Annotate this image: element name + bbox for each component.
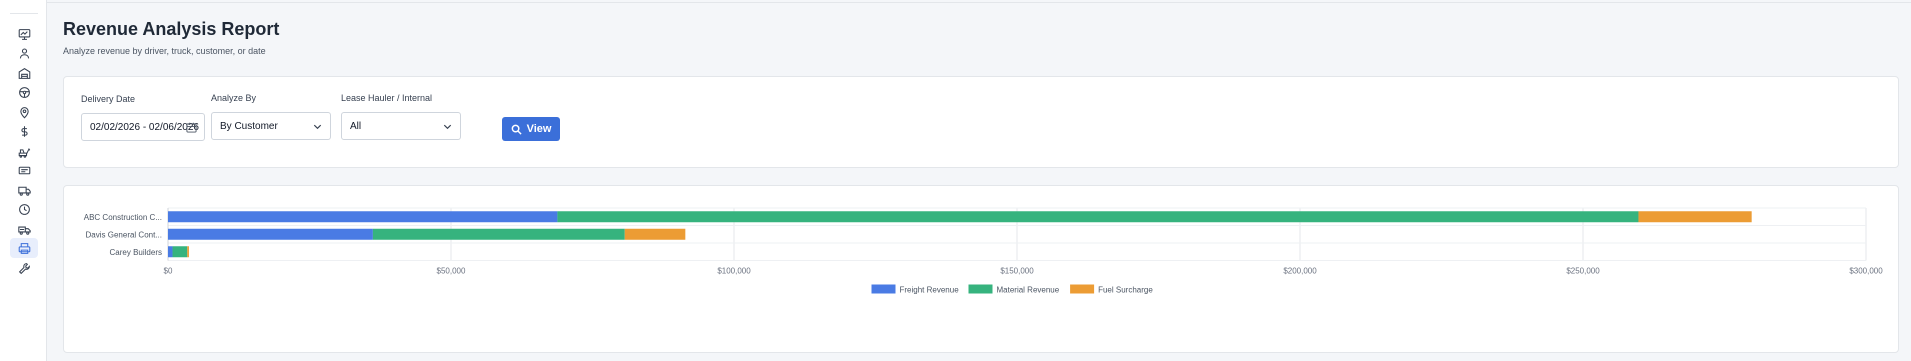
legend-swatch: [871, 284, 896, 294]
chevron-down-icon: [313, 124, 322, 130]
printer-icon: [18, 242, 30, 254]
analyze-by-label: Analyze By: [211, 93, 257, 103]
view-button[interactable]: View: [502, 117, 560, 141]
steering-wheel-icon: [18, 86, 30, 98]
lease-hauler-label: Lease Hauler / Internal: [341, 93, 433, 103]
legend-label: Material Revenue: [997, 286, 1060, 295]
bar-segment-fuel-surcharge: [187, 246, 189, 258]
dollar-icon: [20, 125, 28, 137]
sidebar-item-warehouse[interactable]: [10, 63, 38, 83]
bar-segment-freight-revenue: [168, 211, 558, 223]
page-title: Revenue Analysis Report: [63, 19, 280, 39]
bar-segment-fuel-surcharge: [624, 228, 686, 240]
x-tick-label: $100,000: [717, 267, 751, 276]
sidebar-item-hauling[interactable]: [10, 219, 38, 239]
bar-segment-freight-revenue: [168, 246, 173, 258]
x-tick-label: $50,000: [437, 267, 466, 276]
bar-segment-material-revenue: [557, 211, 1639, 223]
delivery-date-value: 02/02/2026 - 02/06/2026: [90, 121, 199, 133]
page-subtitle: Analyze revenue by driver, truck, custom…: [63, 46, 266, 56]
ticket-icon: [18, 166, 30, 174]
legend-label: Freight Revenue: [900, 286, 960, 295]
bar-segment-fuel-surcharge: [1638, 211, 1752, 223]
analyze-by-select[interactable]: By Customer: [211, 112, 331, 140]
bar-segment-freight-revenue: [168, 228, 373, 240]
sidebar-item-tickets[interactable]: [10, 160, 38, 180]
chevron-down-icon: [443, 124, 452, 130]
sidebar-item-trucks[interactable]: [10, 180, 38, 200]
truck-icon: [17, 186, 31, 196]
view-button-label: View: [526, 123, 552, 135]
bar-segment-material-revenue: [372, 228, 625, 240]
x-tick-label: $200,000: [1283, 267, 1317, 276]
y-category-label: Davis General Cont...: [86, 230, 162, 239]
map-pin-icon: [19, 106, 29, 119]
x-tick-label: $150,000: [1000, 267, 1034, 276]
sidebar-divider: [10, 13, 38, 14]
sidebar-item-dashboard[interactable]: [10, 24, 38, 44]
lease-hauler-value: All: [350, 120, 362, 132]
x-tick-label: $300,000: [1849, 267, 1883, 276]
y-category-label: Carey Builders: [110, 248, 162, 257]
clock-icon: [18, 203, 30, 215]
lease-hauler-select[interactable]: All: [341, 112, 461, 140]
revenue-chart: $0 $50,000 $100,000 $150,000 $200,000 $250,00…: [84, 207, 1883, 295]
x-tick-label: $250,000: [1566, 267, 1600, 276]
y-category-label: ABC Construction C...: [84, 213, 162, 222]
sidebar-item-billing[interactable]: [10, 121, 38, 141]
x-tick-label: $0: [164, 267, 173, 276]
delivery-date-input[interactable]: 02/02/2026 - 02/06/2026: [81, 113, 205, 141]
legend-label: Fuel Surcharge: [1098, 286, 1153, 295]
users-icon: [19, 48, 29, 58]
filters-panel: Delivery Date 02/02/2026 - 02/06/2026 An…: [63, 76, 1899, 168]
sidebar-item-equipment[interactable]: [10, 141, 38, 161]
app-root: Revenue Analysis Report Analyze revenue …: [0, 0, 1911, 361]
warehouse-icon: [18, 67, 30, 79]
legend-swatch: [1070, 284, 1095, 294]
sidebar-item-drivers[interactable]: [10, 82, 38, 102]
search-icon: [511, 124, 522, 135]
wrench-icon: [18, 262, 30, 274]
sidebar-item-timesheets[interactable]: [10, 199, 38, 219]
loader-icon: [18, 147, 30, 158]
header-divider: [47, 2, 1911, 3]
sidebar: [0, 0, 47, 361]
calendar-icon: [186, 122, 197, 133]
dump-truck-icon: [17, 226, 31, 235]
sidebar-item-locations[interactable]: [10, 102, 38, 122]
dashboard-chart-icon: [18, 28, 30, 40]
revenue-chart-panel: $0 $50,000 $100,000 $150,000 $200,000 $250,00…: [63, 185, 1899, 353]
sidebar-item-users[interactable]: [10, 43, 38, 63]
legend-swatch: [968, 284, 993, 294]
analyze-by-value: By Customer: [220, 120, 278, 132]
sidebar-item-reports[interactable]: [10, 238, 38, 258]
bar-segment-material-revenue: [172, 246, 188, 258]
delivery-date-label: Delivery Date: [81, 94, 136, 104]
sidebar-item-maintenance[interactable]: [10, 258, 38, 278]
